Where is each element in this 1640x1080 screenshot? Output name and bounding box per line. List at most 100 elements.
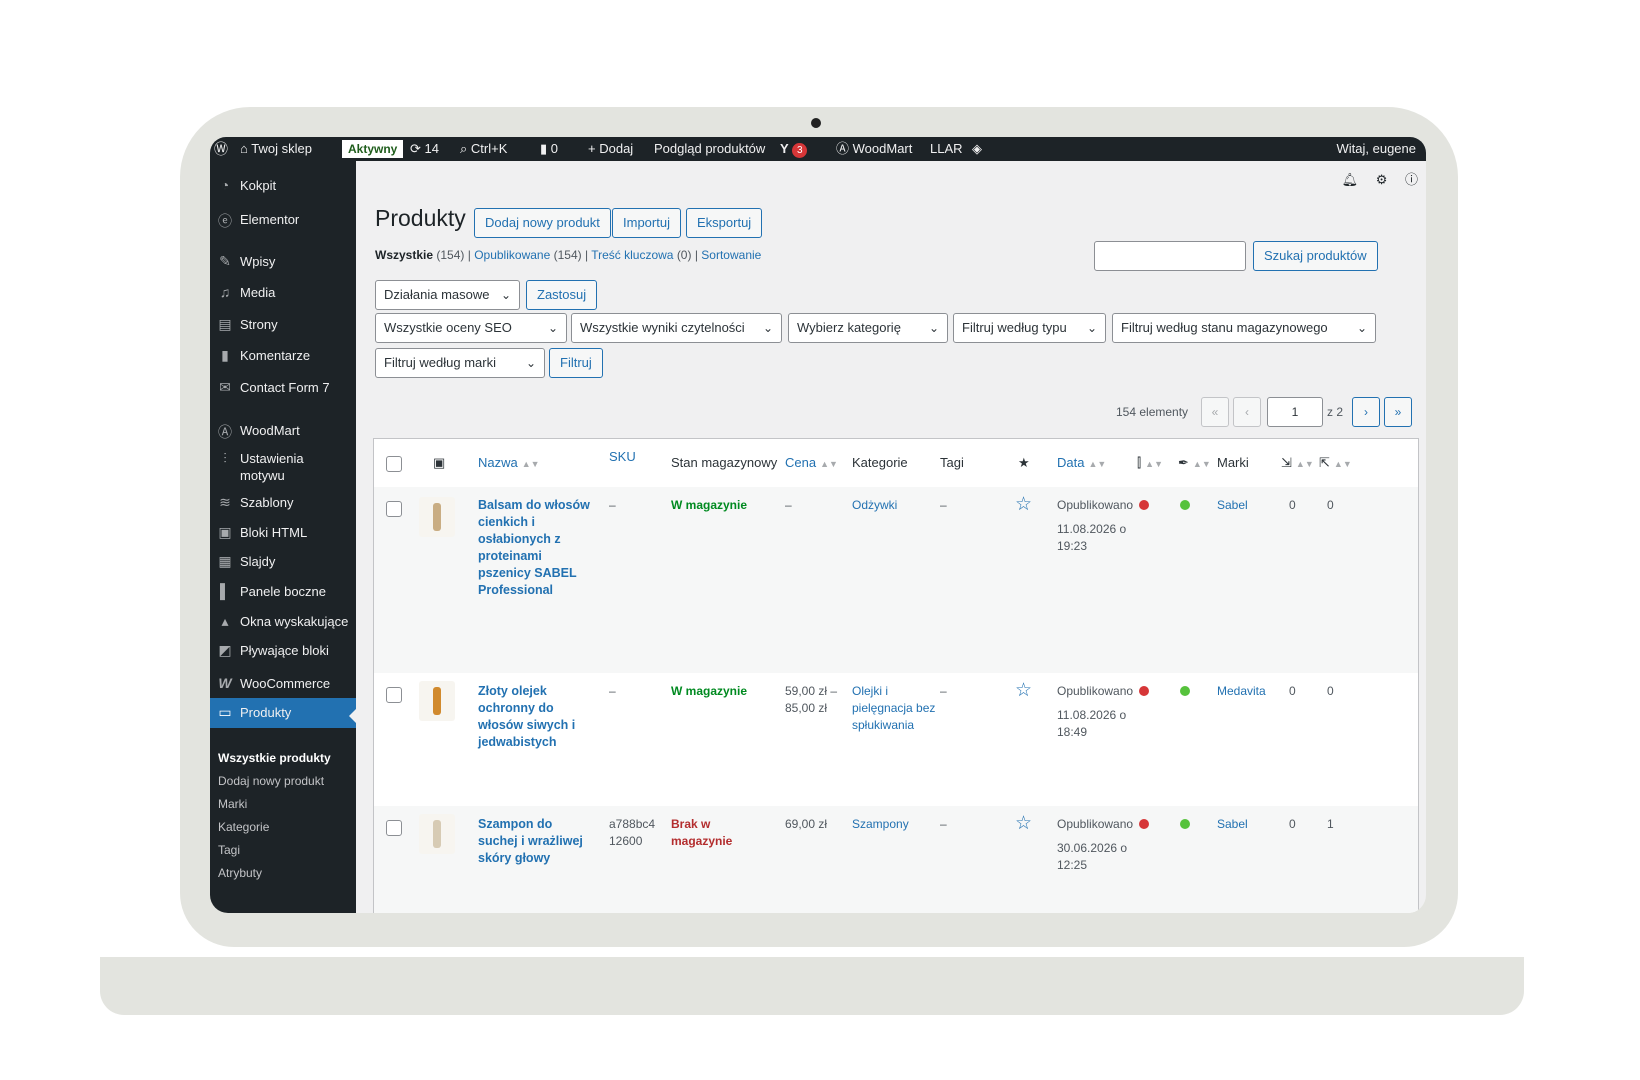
menu-item-woodmart[interactable]: Ⓐ WoodMart [210,422,356,446]
view-all-link[interactable]: Wszystkie [375,248,433,262]
product-category-link[interactable]: Olejki i pielęgnacja bez spłukiwania [852,683,936,734]
bulk-actions-select[interactable]: Działania masowe ⌄ [375,280,520,310]
menu-item-theme-settings[interactable]: ⫶ Ustawienia motywu [210,450,356,486]
product-brand-link[interactable]: Sabel [1217,816,1248,833]
product-brand-link[interactable]: Medavita [1217,683,1266,700]
view-cornerstone-link[interactable]: Treść kluczowa [591,248,673,262]
submenu-attributes[interactable]: Atrybuty [218,866,262,880]
product-search-input[interactable] [1094,241,1246,271]
menu-item-html-blocks[interactable]: ▣ Bloki HTML [210,524,356,548]
yoast-link[interactable]: Y 3 [780,137,808,161]
menu-item-slides[interactable]: ▦ Slajdy [210,553,356,577]
seo-score-column-icon[interactable]: ⫿ ▲▼ [1137,439,1163,487]
column-sku[interactable]: SKU [609,439,636,487]
row-checkbox[interactable] [386,820,402,836]
product-thumbnail[interactable] [419,814,455,854]
comments-link[interactable]: ▮ 0 [540,137,558,161]
llar-link[interactable]: LLAR [930,137,963,161]
featured-star-icon[interactable]: ☆ [1015,679,1032,702]
column-name[interactable]: Nazwa ▲▼ [478,439,540,487]
apply-button[interactable]: Zastosuj [526,280,598,310]
stock-status-select[interactable]: Filtruj według stanu magazynowego ⌄ [1112,313,1376,343]
menu-item-media[interactable]: ♫ Media [210,284,356,308]
internal-links-out-icon[interactable]: ⇱ ▲▼ [1319,439,1352,487]
next-page-button[interactable]: › [1352,397,1380,427]
submenu-tags[interactable]: Tagi [218,843,240,857]
product-type-select[interactable]: Filtruj według typu ⌄ [953,313,1106,343]
menu-item-wpisy[interactable]: ✎ Wpisy [210,253,356,277]
product-name-link[interactable]: Szampon do suchej i wrażliwej skóry głow… [478,816,590,867]
add-new-link[interactable]: + Dodaj [588,137,633,161]
select-all-checkbox[interactable] [386,456,402,472]
home-icon: ⌂ [240,141,248,156]
view-sorting-link[interactable]: Sortowanie [701,248,761,262]
product-brand-link[interactable]: Sabel [1217,497,1248,514]
popup-icon: ▴ [221,613,229,629]
export-button[interactable]: Eksportuj [686,208,763,238]
table-row: Szampon do suchej i wrażliwej skóry głow… [374,806,1418,913]
menu-item-produkty[interactable]: ▭ Produkty [210,698,357,728]
menu-item-woocommerce[interactable]: W WooCommerce [210,675,356,699]
wordpress-logo-icon[interactable]: Ⓦ [214,137,228,161]
category-select[interactable]: Wybierz kategorię ⌄ [788,313,948,343]
submenu-categories[interactable]: Kategorie [218,820,269,834]
product-name-link[interactable]: Balsam do włosów cienkich i osłabionych … [478,497,590,599]
help-icon[interactable]: ⓘ [1405,172,1418,187]
diamond-icon[interactable]: ◈ [972,137,982,161]
seo-score-select[interactable]: Wszystkie oceny SEO ⌄ [375,313,567,343]
column-tags: Tagi [940,455,964,470]
greeting-link[interactable]: Witaj, eugene [1337,137,1417,161]
submenu-brands[interactable]: Marki [218,797,247,811]
product-thumbnail[interactable] [419,497,455,537]
bottle-image [433,820,441,848]
menu-item-floating-blocks[interactable]: ◩ Pływające bloki [210,642,356,666]
brand-select[interactable]: Filtruj według marki ⌄ [375,348,545,378]
menu-item-side-panels[interactable]: ▌ Panele boczne [210,583,356,607]
product-thumbnail[interactable] [419,681,455,721]
chevron-down-icon: ⌄ [1086,321,1097,335]
import-button[interactable]: Importuj [612,208,681,238]
menu-item-strony[interactable]: ▤ Strony [210,316,356,340]
product-category-link[interactable]: Szampony [852,816,909,833]
gear-icon[interactable]: ⚙ [1376,172,1388,187]
menu-item-szablony[interactable]: ≋ Szablony [210,494,356,518]
featured-star-icon[interactable]: ☆ [1015,493,1032,516]
chevron-down-icon: ⌄ [547,321,558,335]
product-sku: – [609,684,616,698]
last-page-button[interactable]: » [1384,397,1412,427]
view-published-link[interactable]: Opublikowane [474,248,550,262]
command-search[interactable]: ⌕ Ctrl+K [460,137,507,161]
readability-dot [1180,819,1190,829]
notification-icon[interactable]: 🔔︎ [1342,172,1359,187]
current-page-input[interactable]: 1 [1267,397,1323,427]
filter-button[interactable]: Filtruj [549,348,603,378]
menu-item-elementor[interactable]: ⓔ Elementor [210,211,356,235]
search-products-button[interactable]: Szukaj produktów [1253,241,1378,271]
row-checkbox[interactable] [386,687,402,703]
menu-item-contact-form[interactable]: ✉ Contact Form 7 [210,379,356,403]
readability-select[interactable]: Wszystkie wyniki czytelności ⌄ [571,313,782,343]
menu-item-kokpit[interactable]: ◔ Kokpit [210,177,356,201]
total-pages: z 2 [1327,405,1344,419]
comments-icon: ▮ [221,347,229,363]
site-name-link[interactable]: ⌂ Twoj sklep [240,137,312,161]
woodmart-link[interactable]: Ⓐ WoodMart [836,137,912,161]
updates-link[interactable]: ⟳ 14 [410,137,439,161]
readability-column-icon[interactable]: ✒ ▲▼ [1178,439,1211,487]
product-price: 59,00 zł – 85,00 zł [785,684,838,715]
column-price[interactable]: Cena ▲▼ [785,439,838,487]
chevron-down-icon: ⌄ [1356,321,1367,335]
product-name-link[interactable]: Złoty olejek ochronny do włosów siwych i… [478,683,578,751]
menu-item-komentarze[interactable]: ▮ Komentarze [210,347,356,371]
internal-links-in-icon[interactable]: ⇲ ▲▼ [1281,439,1314,487]
product-category-link[interactable]: Odżywki [852,497,897,514]
submenu-add-new-product[interactable]: Dodaj nowy produkt [218,774,324,788]
preview-products-link[interactable]: Podgląd produktów [654,137,765,161]
menu-item-popups[interactable]: ▴ Okna wyskakujące [210,613,356,637]
row-checkbox[interactable] [386,501,402,517]
submenu-all-products[interactable]: Wszystkie produkty [218,751,331,765]
column-categories: Kategorie [852,455,908,470]
add-new-product-button[interactable]: Dodaj nowy produkt [474,208,611,238]
column-date[interactable]: Data ▲▼ [1057,439,1106,487]
featured-star-icon[interactable]: ☆ [1015,812,1032,835]
